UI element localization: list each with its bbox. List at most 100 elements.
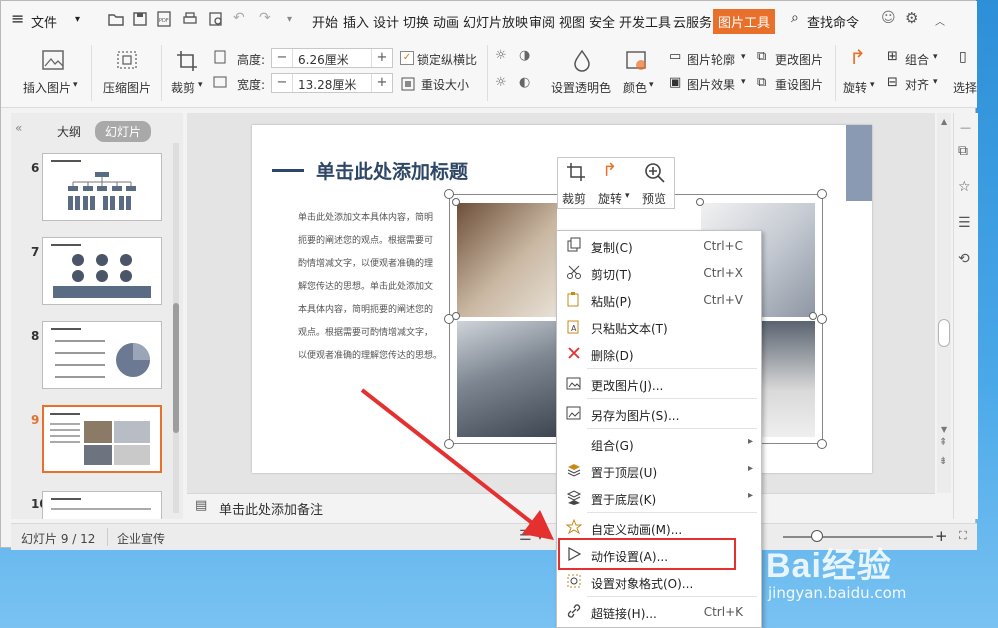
group-button[interactable]: 组合 [905, 51, 929, 68]
height-input[interactable]: 6.26厘米 [298, 51, 349, 68]
search-command[interactable]: 查找命令 [807, 12, 859, 31]
scroll-down-icon[interactable]: ▼ [941, 425, 947, 434]
crop-button[interactable]: 裁剪 [171, 79, 195, 96]
crop-icon[interactable] [566, 162, 586, 182]
change-picture-button[interactable]: 更改图片 [775, 51, 823, 68]
chevron-down-icon[interactable]: ▾ [649, 80, 654, 90]
slide-thumbnail-8[interactable] [42, 321, 162, 389]
tab-view[interactable]: 视图 [559, 12, 585, 31]
chevron-down-icon[interactable]: ▾ [625, 191, 630, 201]
slide-title[interactable]: 单击此处添加标题 [316, 157, 468, 184]
menu-item-change-picture[interactable]: 更改图片(J)... [557, 370, 761, 397]
picture-effects-button[interactable]: 图片效果 [687, 76, 735, 93]
undo-icon[interactable]: ↶ [233, 10, 245, 26]
tab-developer[interactable]: 开发工具 [619, 12, 671, 31]
contrast-up-icon[interactable]: ◑ [519, 48, 530, 63]
collapse-panel-icon[interactable]: « [15, 121, 22, 135]
slide-thumbnail-7[interactable] [42, 237, 162, 305]
more-chevron-icon[interactable]: ▾ [287, 14, 292, 25]
menu-item-paste-text[interactable]: A 只粘贴文本(T) [557, 313, 761, 340]
chevron-down-icon[interactable]: ▾ [933, 77, 938, 87]
panel-scroll-thumb[interactable] [173, 303, 179, 433]
menu-item-copy[interactable]: 复制(C) Ctrl+C [557, 232, 761, 259]
history-icon[interactable]: ⟲ [958, 251, 970, 267]
resize-handle[interactable] [452, 198, 460, 206]
object-panel-icon[interactable]: ⧉ [958, 143, 968, 159]
slide-thumbnail-6[interactable] [42, 153, 162, 221]
theme-name[interactable]: 企业宣传 [117, 530, 165, 547]
picture-keyboard-coffee[interactable] [761, 321, 815, 437]
tab-transition[interactable]: 切换 [403, 12, 429, 31]
chevron-down-icon[interactable]: ▾ [198, 80, 203, 90]
brightness-down-icon[interactable]: ☼ [495, 75, 507, 90]
resize-handle[interactable] [817, 439, 827, 449]
smiley-icon[interactable]: ☺ [881, 10, 896, 26]
tab-design[interactable]: 设计 [373, 12, 399, 31]
chevron-down-icon[interactable]: ▾ [741, 52, 746, 62]
contrast-down-icon[interactable]: ◐ [519, 75, 530, 90]
tab-slideshow[interactable]: 幻灯片放映 [463, 12, 528, 31]
menu-item-send-to-back[interactable]: 置于底层(K) ▸ [557, 484, 761, 511]
resize-handle[interactable] [817, 189, 827, 199]
mini-preview-button[interactable]: 预览 [642, 190, 666, 207]
rotate-icon[interactable]: ↱ [602, 160, 617, 181]
tab-animation[interactable]: 动画 [433, 12, 459, 31]
redo-icon[interactable]: ↷ [259, 10, 271, 26]
menu-item-custom-animation[interactable]: 自定义动画(M)... [557, 514, 761, 541]
menu-item-paste[interactable]: 粘贴(P) Ctrl+V [557, 286, 761, 313]
tab-cloud[interactable]: 云服务 [673, 12, 712, 31]
set-transparency-button[interactable]: 设置透明色 [551, 79, 611, 96]
notes-placeholder[interactable]: 单击此处添加备注 [219, 499, 323, 518]
file-menu[interactable]: 文件 [31, 12, 57, 31]
menu-item-hyperlink[interactable]: 超链接(H)... Ctrl+K [557, 598, 761, 625]
width-stepper[interactable]: − 13.28厘米 + [271, 73, 393, 93]
gear-icon[interactable]: ⚙ [905, 9, 918, 27]
menu-item-cut[interactable]: 剪切(T) Ctrl+X [557, 259, 761, 286]
tab-insert[interactable]: 插入 [343, 12, 369, 31]
slide-thumbnail-9[interactable] [42, 405, 162, 473]
decrease-height-button[interactable]: − [272, 49, 293, 67]
menu-item-bring-to-front[interactable]: 置于顶层(U) ▸ [557, 457, 761, 484]
menu-item-group[interactable]: 组合(G) ▸ [557, 430, 761, 457]
increase-height-button[interactable]: + [371, 49, 392, 67]
tab-review[interactable]: 审阅 [529, 12, 555, 31]
mini-crop-button[interactable]: 裁剪 [562, 190, 586, 207]
rotate-button[interactable]: 旋转 [843, 79, 867, 96]
star-icon[interactable]: ☆ [958, 179, 971, 195]
lock-ratio-checkbox[interactable]: ✓ [400, 51, 414, 65]
select-button[interactable]: 选择 [953, 79, 977, 96]
chevron-down-icon[interactable]: ▾ [73, 80, 78, 90]
chevron-down-icon[interactable]: ▾ [75, 14, 80, 25]
tab-security[interactable]: 安全 [589, 12, 615, 31]
slide-body-text[interactable]: 单击此处添加文本具体内容，简明 扼要的阐述您的观点。根据需要可 酌情增减文字，以… [298, 207, 446, 368]
slide-thumbnail-10[interactable] [42, 491, 162, 519]
picture-outline-button[interactable]: 图片轮廓 [687, 51, 735, 68]
reset-size-button[interactable]: 重设大小 [421, 76, 469, 93]
insert-picture-button[interactable]: 插入图片 [23, 79, 71, 96]
tab-home[interactable]: 开始 [312, 12, 338, 31]
tab-slides[interactable]: 幻灯片 [95, 121, 152, 142]
open-folder-icon[interactable] [107, 10, 125, 28]
resize-handle[interactable] [696, 198, 704, 206]
chevron-down-icon[interactable]: ▾ [933, 52, 938, 62]
print-preview-icon[interactable] [207, 10, 225, 28]
print-icon[interactable] [181, 10, 199, 28]
picture-hands-meeting[interactable] [457, 203, 557, 317]
tab-picture-tools[interactable]: 图片工具 [713, 9, 776, 34]
chevron-down-icon[interactable]: ▾ [741, 77, 746, 87]
decrease-width-button[interactable]: − [272, 74, 293, 92]
align-button[interactable]: 对齐 [905, 76, 929, 93]
resize-handle[interactable] [444, 189, 454, 199]
settings-sliders-icon[interactable]: ☰ [958, 215, 971, 231]
export-pdf-icon[interactable]: PDF [155, 10, 173, 28]
increase-width-button[interactable]: + [371, 74, 392, 92]
resize-handle[interactable] [452, 312, 460, 320]
menu-item-format-object[interactable]: 设置对象格式(O)... [557, 568, 761, 595]
reset-picture-button[interactable]: 重设图片 [775, 76, 823, 93]
save-icon[interactable] [131, 10, 149, 28]
side-collapse-icon[interactable]: — [960, 121, 971, 134]
menu-item-delete[interactable]: 删除(D) [557, 340, 761, 367]
zoom-preview-icon[interactable] [644, 162, 666, 184]
collapse-ribbon-icon[interactable]: ︿ [935, 13, 945, 28]
previous-slide-icon[interactable]: ⇞ [939, 437, 947, 448]
